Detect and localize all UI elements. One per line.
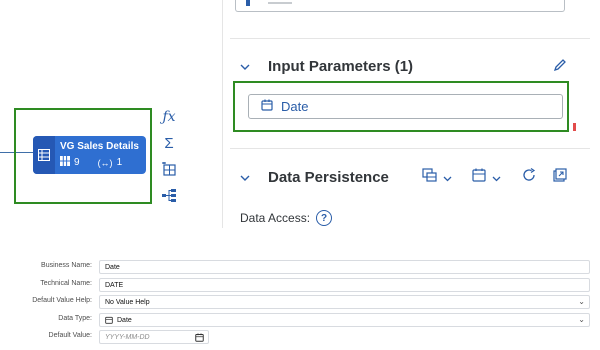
data-access-row: Data Access: ? [240,210,333,226]
panel-divider [222,0,223,228]
input-parameters-header[interactable]: Input Parameters (1) [240,58,413,75]
chevron-down-icon[interactable] [240,60,260,74]
refresh-icon[interactable] [522,168,536,182]
parameter-icon: (↔) [97,157,113,168]
data-type-row: Data Type: Date ⌄ [0,313,600,328]
parameter-count: 1 [116,157,123,168]
default-value-input[interactable]: YYYY-MM-DD [99,330,209,344]
default-value-row: Default Value: YYYY-MM-DD [0,330,600,345]
data-type-value: Date [117,316,132,324]
calendar-icon [261,98,273,116]
business-name-row: Business Name: Date [0,260,600,275]
chevron-down-icon[interactable] [240,171,260,185]
data-persistence-header[interactable]: Data Persistence [240,169,389,186]
persistence-menu-button[interactable] [422,168,452,187]
table-icon [33,136,55,174]
business-name-value: Date [105,263,120,271]
calendar-icon [472,168,486,187]
business-name-label: Business Name: [41,262,92,269]
default-value-label: Default Value: [48,332,92,339]
section-separator [230,38,590,39]
share-nodes-icon[interactable] [160,186,178,204]
table-copy-icon [422,168,437,187]
calendar-icon[interactable] [195,333,204,344]
data-type-label: Data Type: [58,315,92,322]
node-title: VG Sales Details [60,141,139,152]
columns-icon [60,156,70,169]
top-field-partial [235,0,565,12]
default-value-help-value: No Value Help [105,298,150,306]
data-persistence-title: Data Persistence [268,169,389,186]
pencil-icon[interactable] [553,58,567,77]
calendar-icon [105,316,113,324]
error-marker [573,123,576,131]
default-value-help-select[interactable]: No Value Help ⌄ [99,295,590,309]
help-icon[interactable]: ? [316,210,333,226]
open-external-icon[interactable] [553,168,567,182]
data-type-select[interactable]: Date ⌄ [99,313,590,327]
column-count: 9 [74,157,80,168]
business-name-input[interactable]: Date [99,260,590,274]
sigma-icon[interactable]: Σ [160,134,178,152]
fx-icon[interactable]: ƒx [160,108,178,126]
view-node[interactable]: VG Sales Details 9 (↔) 1 [33,136,146,174]
technical-name-input[interactable]: DATE [99,278,590,292]
default-value-placeholder: YYYY-MM-DD [105,333,150,341]
technical-name-row: Technical Name: DATE [0,278,600,293]
data-access-label: Data Access: [240,211,311,225]
default-value-help-label: Default Value Help: [32,297,92,304]
chevron-down-icon [492,169,501,187]
default-value-help-row: Default Value Help: No Value Help ⌄ [0,295,600,310]
node-meta: 9 (↔) 1 [60,156,122,169]
screenshot-stage: VG Sales Details 9 (↔) 1 ƒx Σ Input Para… [0,0,600,350]
node-tool-panel: ƒx Σ [154,102,182,210]
chevron-down-icon [443,169,452,187]
parameter-item[interactable]: Date [248,94,563,119]
technical-name-value: DATE [105,281,124,289]
table-plus-icon[interactable] [160,160,178,178]
chevron-down-icon[interactable]: ⌄ [578,315,585,324]
chevron-down-icon[interactable]: ⌄ [578,297,585,306]
input-parameters-title: Input Parameters (1) [268,58,414,75]
schedule-menu-button[interactable] [472,168,501,187]
technical-name-label: Technical Name: [40,280,92,287]
section-separator [230,148,590,149]
parameter-label: Date [281,99,309,114]
